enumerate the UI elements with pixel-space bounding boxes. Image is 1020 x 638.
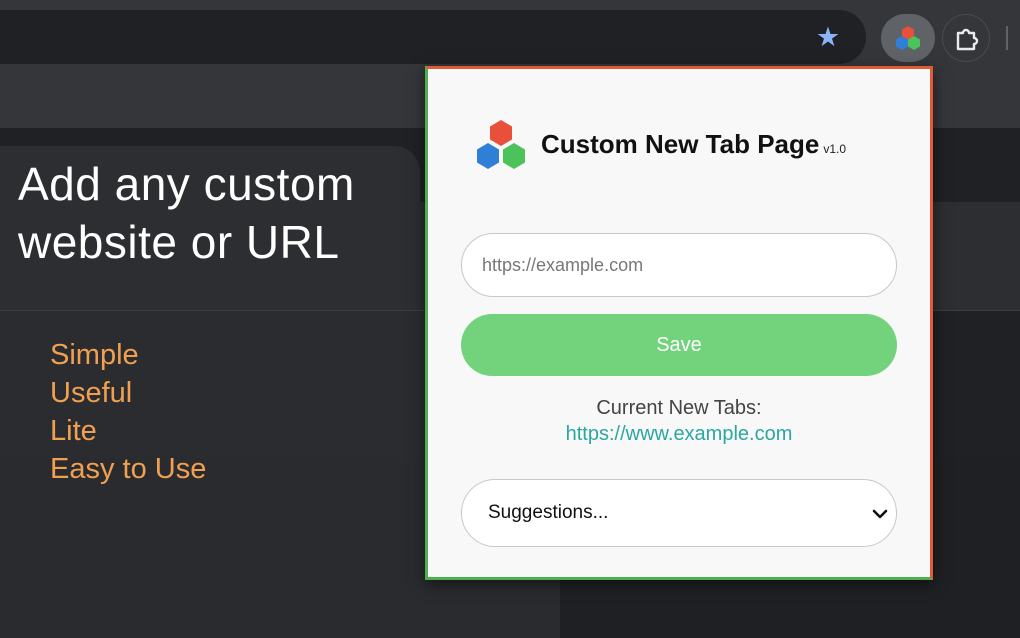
hexagon-logo-icon — [477, 120, 525, 169]
chevron-down-icon — [872, 509, 888, 519]
feature-item: Easy to Use — [50, 453, 207, 485]
hero-title: Add any custom website or URL — [18, 155, 438, 271]
toolbar-divider — [1006, 26, 1008, 50]
extension-button[interactable] — [881, 14, 935, 62]
save-button[interactable]: Save — [461, 314, 897, 376]
suggestions-selected-value: Suggestions... — [488, 502, 609, 523]
version-label: v1.0 — [823, 142, 847, 156]
feature-item: Lite — [50, 415, 97, 447]
current-tab-url-link[interactable]: https://www.example.com — [428, 423, 930, 446]
suggestions-select[interactable]: Suggestions... — [461, 479, 897, 547]
feature-list: Simple Useful Lite Easy to Use — [50, 336, 206, 488]
extension-popup: Custom New Tab Pagev1.0 Save Current New… — [425, 66, 933, 580]
star-icon[interactable]: ★ — [813, 22, 843, 52]
address-bar[interactable] — [0, 10, 866, 64]
hero-line-1: Add any custom — [18, 158, 355, 210]
url-input[interactable] — [461, 233, 897, 297]
feature-item: Simple — [50, 339, 139, 371]
tab-strip — [0, 0, 1020, 10]
puzzle-icon — [956, 28, 979, 51]
hexagon-logo-icon — [896, 26, 920, 50]
popup-title: Custom New Tab Page v1.0 — [541, 129, 846, 160]
feature-item: Useful — [50, 377, 133, 409]
hero-line-2: website or URL — [18, 216, 340, 268]
current-tabs-label: Current New Tabs: — [596, 397, 762, 419]
extensions-menu-button[interactable] — [942, 14, 990, 62]
popup-title-text: Custom New Tab Page — [541, 129, 820, 159]
